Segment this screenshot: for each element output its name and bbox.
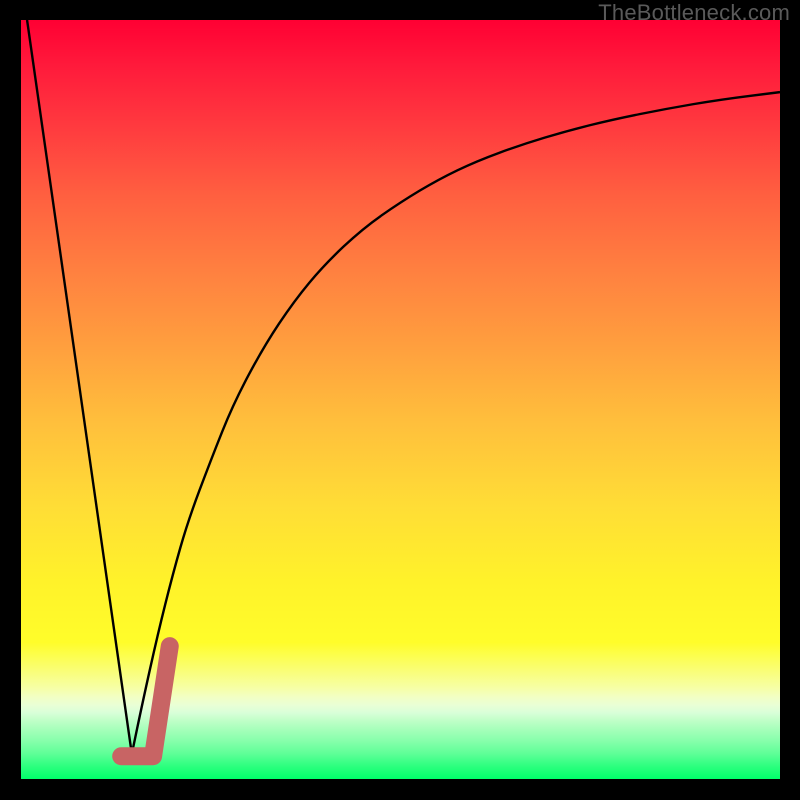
chart-stage: TheBottleneck.com (0, 0, 800, 800)
optimal-marker (121, 646, 170, 756)
curve-left-descent (27, 20, 132, 754)
plot-area (21, 20, 780, 779)
curve-right-rise (132, 92, 780, 754)
watermark-text: TheBottleneck.com (598, 0, 790, 26)
plot-svg (21, 20, 780, 779)
